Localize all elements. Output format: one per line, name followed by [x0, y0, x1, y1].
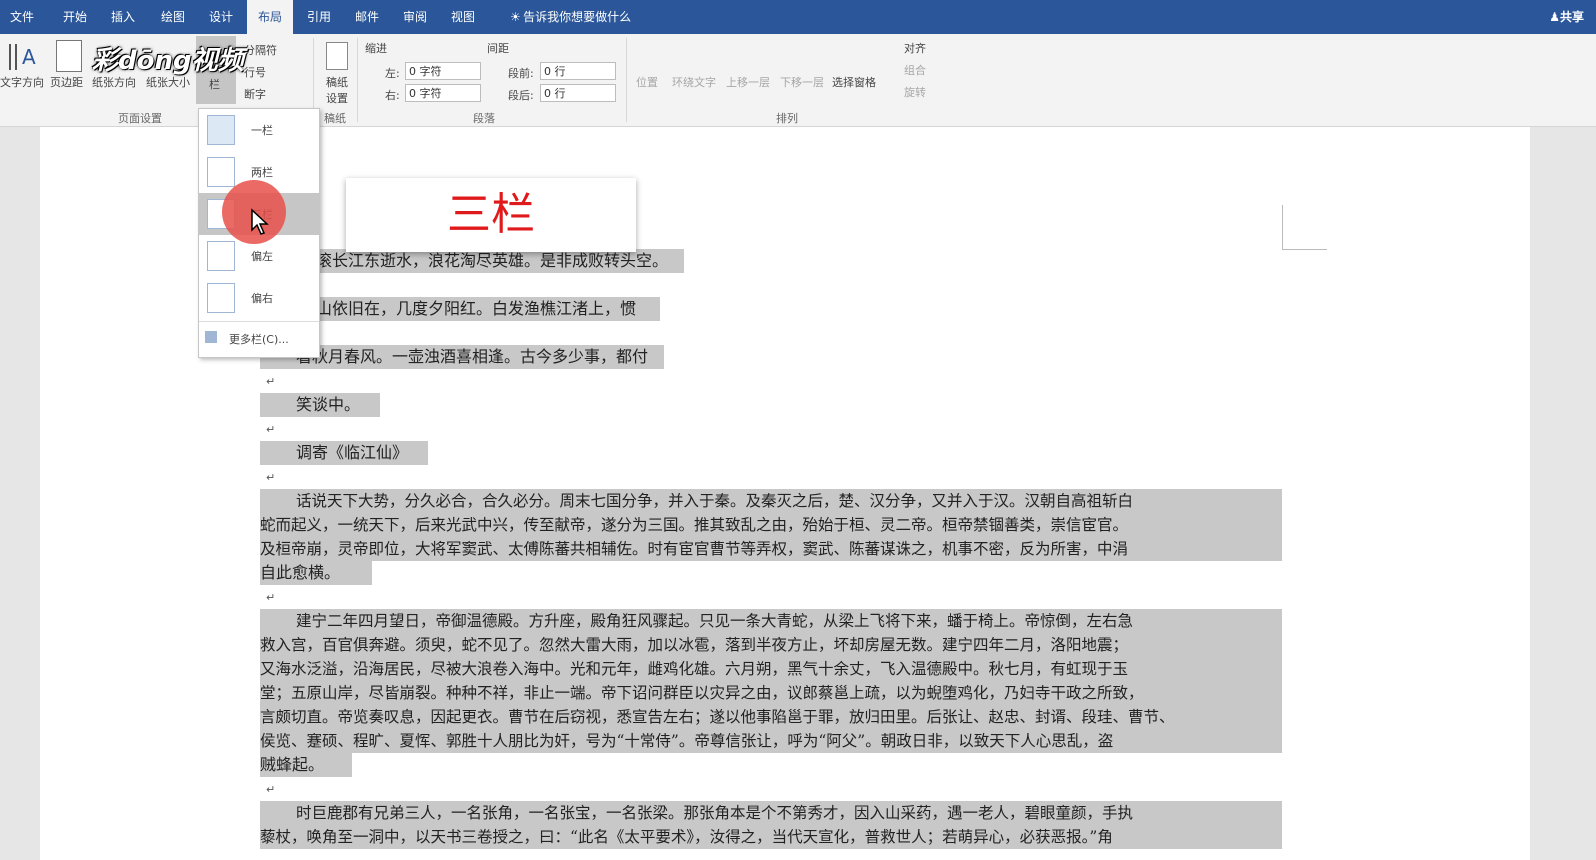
spacing-before-label: 段前: [508, 67, 534, 80]
two-columns-icon [207, 157, 235, 187]
text-line: 自此愈横。 [260, 561, 373, 585]
tab-design[interactable]: 设计 [198, 0, 244, 34]
indent-label: 缩进 [365, 42, 387, 55]
tab-insert[interactable]: 插入 [100, 0, 146, 34]
separator [626, 38, 627, 122]
spacing-after-input[interactable]: 0 行 [540, 84, 616, 102]
video-watermark-logo: 彩dōng视频 [92, 46, 244, 76]
position-button[interactable]: 位置 [636, 74, 658, 90]
text-line: 建宁二年四月望日，帝御温德殿。方升座，殿角狂风骤起。只见一条大青蛇，从梁上飞将下… [260, 609, 1282, 633]
text-line: 堂；五原山岸，尽皆崩裂。种种不祥，非止一端。帝下诏问群臣以灾异之由，议郎蔡邕上疏… [260, 681, 1282, 705]
indent-right-input[interactable]: 0 字符 [405, 84, 481, 102]
columns-one-option[interactable]: 一栏 [199, 109, 319, 151]
text-line: 山依旧在，几度夕阳红。白发渔樵江渚上，惯 [260, 297, 661, 321]
line-numbers-button[interactable]: 行号 [244, 64, 266, 80]
text-line: 藜杖，唤角至一洞中，以天书三卷授之，曰：“此名《太平要术》，汝得之，当代天宣化，… [260, 825, 1282, 849]
paragraph-mark: ↵ [266, 423, 276, 436]
caption-overlay: 三栏 [346, 178, 636, 252]
tab-layout[interactable]: 布局 [247, 0, 293, 34]
tab-home[interactable]: 开始 [52, 0, 98, 34]
tab-view[interactable]: 视图 [440, 0, 486, 34]
draft-paper-icon [326, 42, 348, 70]
draft-paper-button[interactable]: 稿纸设置 [322, 74, 352, 106]
margin-corner-mark [1282, 205, 1327, 250]
group-page-setup: 页面设置 [118, 112, 162, 125]
rotate-button[interactable]: 旋转 [904, 84, 926, 100]
text-direction-icon: A [6, 40, 36, 74]
text-line: 调寄《临江仙》 [260, 441, 429, 465]
text-line: 及桓帝崩，灵帝即位，大将军窦武、太傅陈蕃共相辅佐。时有宦官曹节等弄权，窦武、陈蕃… [260, 537, 1282, 561]
text-line: 言颇切直。帝览奏叹息，因起更衣。曹节在后窃视，悉宣告左右；遂以他事陷邕于罪，放归… [260, 705, 1282, 729]
text-line: 滚长江东逝水，浪花淘尽英雄。是非成败转头空。 [260, 249, 685, 273]
text-line: 话说天下大势，分久必合，合久必分。周末七国分争，并入于秦。及秦灭之后，楚、汉分争… [260, 489, 1282, 513]
spacing-label: 间距 [487, 42, 509, 55]
paragraph-mark: ↵ [266, 783, 276, 796]
separator [357, 38, 358, 122]
bring-forward-button[interactable]: 上移一层 [726, 74, 770, 90]
indent-right-label: 右: [385, 89, 400, 102]
paragraph-mark: ↵ [266, 375, 276, 388]
selection-pane-button[interactable]: 选择窗格 [832, 74, 876, 90]
text-line: 看秋月春风。一壶浊酒喜相逢。古今多少事，都付 [260, 345, 665, 369]
right-column-icon [207, 283, 235, 313]
left-column-icon [207, 241, 235, 271]
tab-draw[interactable]: 绘图 [150, 0, 196, 34]
text-line: 贼蜂起。 [260, 753, 353, 777]
menu-bar: 文件 开始 插入 绘图 设计 布局 引用 邮件 审阅 视图 ☀ 告诉我你想要做什… [0, 0, 1596, 34]
margins-icon [56, 40, 82, 72]
text-line: 侯览、蹇硕、程旷、夏恽、郭胜十人朋比为奸，号为“十常侍”。帝尊信张让，呼为“阿父… [260, 729, 1282, 753]
spacing-after-label: 段后: [508, 89, 534, 102]
more-columns-option[interactable]: 更多栏(C)... [199, 323, 319, 353]
wrap-text-button[interactable]: 环绕文字 [672, 74, 716, 90]
tab-review[interactable]: 审阅 [392, 0, 438, 34]
group-draft: 稿纸 [324, 112, 346, 125]
text-line: 笑谈中。 [260, 393, 381, 417]
paragraph-mark: ↵ [266, 591, 276, 604]
user-icon: ♟ [1549, 10, 1560, 24]
tab-mailings[interactable]: 邮件 [344, 0, 390, 34]
indent-left-label: 左: [385, 67, 400, 80]
group-arrange: 排列 [776, 112, 798, 125]
text-line: 蛇而起义，一统天下，后来光武中兴，传至献帝，遂分为三国。推其致乱之由，殆始于桓、… [260, 513, 1282, 537]
share-button[interactable]: ♟共享 [1549, 0, 1584, 34]
mouse-cursor-icon [250, 208, 270, 240]
tell-me-search[interactable]: ☀ 告诉我你想要做什么 [510, 0, 631, 34]
text-line: 救入宫，百官俱奔避。须臾，蛇不见了。忽然大雷大雨，加以冰雹，落到半夜方止，坏却房… [260, 633, 1282, 657]
columns-right-option[interactable]: 偏右 [199, 277, 319, 319]
one-column-icon [207, 115, 235, 145]
svg-text:A: A [22, 45, 36, 69]
text-direction-button[interactable]: 文字方向 [0, 74, 44, 90]
group-paragraph: 段落 [473, 112, 495, 125]
hyphenation-button[interactable]: 断字 [244, 86, 266, 102]
indent-left-input[interactable]: 0 字符 [405, 62, 481, 80]
caption-text: 三栏 [447, 189, 535, 240]
text-line: 时巨鹿郡有兄弟三人，一名张角，一名张宝，一名张梁。那张角本是个不第秀才，因入山采… [260, 801, 1282, 825]
more-columns-icon [205, 331, 217, 343]
align-button[interactable]: 对齐 [904, 40, 926, 56]
margins-button[interactable]: 页边距 [50, 74, 83, 90]
text-line: 又海水泛溢，沿海居民，尽被大浪卷入海中。光和元年，雌鸡化雄。六月朔，黑气十余丈，… [260, 657, 1282, 681]
send-backward-button[interactable]: 下移一层 [780, 74, 824, 90]
spacing-before-input[interactable]: 0 行 [540, 62, 616, 80]
lightbulb-icon: ☀ [510, 10, 524, 24]
paragraph-mark: ↵ [266, 471, 276, 484]
tab-references[interactable]: 引用 [296, 0, 342, 34]
tab-file[interactable]: 文件 [0, 0, 44, 34]
breaks-button[interactable]: 分隔符 [244, 42, 277, 58]
divider [199, 321, 319, 322]
group-button[interactable]: 组合 [904, 62, 926, 78]
